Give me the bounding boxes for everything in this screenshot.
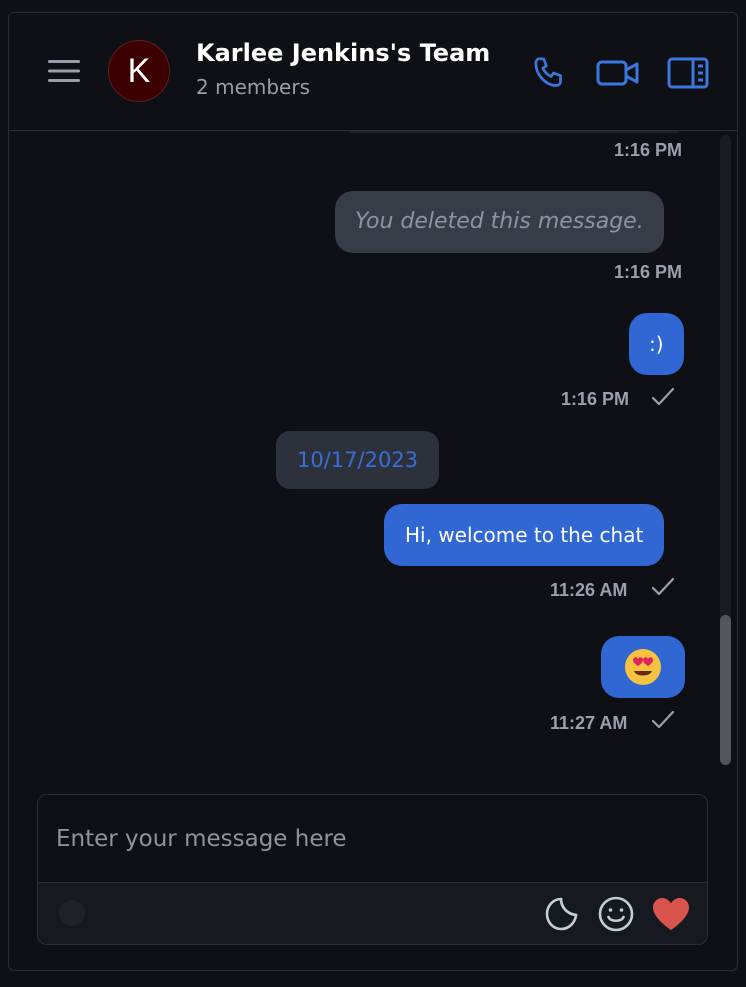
attach-button[interactable] — [56, 897, 88, 933]
sent-check-icon — [651, 577, 675, 596]
message-input[interactable] — [38, 795, 707, 883]
smiley-icon — [598, 896, 634, 932]
deleted-message-bubble[interactable]: You deleted this message. — [335, 191, 664, 253]
sent-check-icon — [651, 710, 675, 729]
sent-check-icon — [651, 387, 675, 406]
heart-reaction-button[interactable] — [651, 896, 691, 936]
composer-toolbar — [38, 882, 707, 944]
details-panel-button[interactable] — [666, 53, 710, 97]
sent-message-bubble[interactable]: 😍 — [601, 636, 685, 698]
sent-message-bubble[interactable]: :) — [629, 313, 684, 375]
chat-header: K Karlee Jenkins's Team 2 members — [9, 13, 737, 131]
message-time: 1:16 PM — [614, 140, 683, 160]
sticker-button[interactable] — [543, 895, 581, 937]
message-time: 11:26 AM — [550, 580, 628, 600]
chat-title: Karlee Jenkins's Team — [196, 39, 491, 67]
date-separator: 10/17/2023 — [276, 431, 440, 489]
call-button[interactable] — [529, 53, 571, 97]
video-camera-icon — [596, 60, 639, 86]
phone-icon — [534, 57, 562, 87]
hamburger-menu-icon — [48, 60, 80, 82]
video-call-button[interactable] — [595, 53, 641, 97]
sent-message-bubble[interactable]: Hi, welcome to the chat — [384, 504, 665, 566]
sticker-icon — [545, 897, 578, 931]
message-composer — [37, 794, 708, 945]
message-fragment — [349, 131, 679, 133]
message-time: 11:27 AM — [550, 713, 628, 733]
member-count: 2 members — [196, 75, 310, 99]
sidebar-panel-icon — [667, 57, 709, 89]
menu-button[interactable] — [47, 58, 81, 84]
message-time: 1:16 PM — [561, 389, 630, 409]
paperclip-icon — [59, 900, 85, 926]
message-list[interactable]: 1:16 PM You deleted this message. 1:16 P… — [9, 131, 737, 776]
scrollbar-thumb[interactable] — [720, 615, 731, 765]
message-time: 1:16 PM — [614, 262, 683, 282]
chat-window: K Karlee Jenkins's Team 2 members 1:16 P… — [8, 12, 738, 971]
heart-eyes-emoji-icon — [625, 649, 661, 685]
emoji-button[interactable] — [597, 895, 635, 937]
avatar[interactable]: K — [108, 40, 170, 102]
heart-icon — [653, 898, 689, 930]
